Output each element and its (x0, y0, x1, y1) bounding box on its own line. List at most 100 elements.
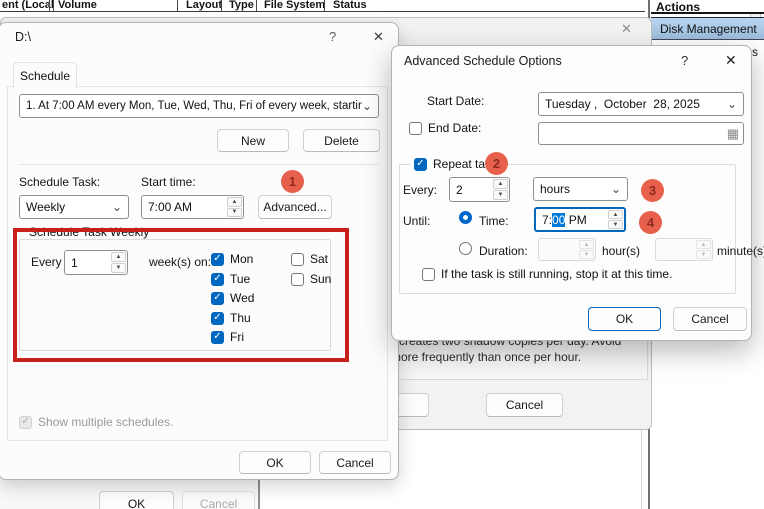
check-icon: ✓ (21, 417, 29, 427)
checkbox-box: ✓ (19, 416, 32, 429)
until-time-field[interactable]: 7:00 PM ▲ ▼ (534, 207, 626, 232)
schedule-task-select[interactable]: Weekly ⌄ (19, 195, 129, 219)
close-icon[interactable]: ✕ (621, 22, 632, 36)
spin-down-icon[interactable]: ▼ (493, 190, 508, 200)
separator (19, 164, 379, 165)
stop-task-label: If the task is still running, stop it at… (441, 267, 672, 281)
cancel-button-label: Cancel (506, 398, 543, 412)
spin-up-icon[interactable]: ▲ (608, 210, 623, 219)
annotation-step-2: 2 (485, 152, 508, 175)
time-suffix: PM (565, 213, 586, 227)
advanced-schedule-dialog: Advanced Schedule Options ? ✕ Start Date… (391, 45, 752, 341)
tab-schedule[interactable]: Schedule (13, 62, 77, 88)
column-header-volume[interactable]: Volume (58, 0, 97, 11)
dialog-title: Advanced Schedule Options (404, 54, 562, 68)
spin-up-icon: ▲ (696, 240, 711, 249)
column-header-type[interactable]: Type (229, 0, 254, 11)
column-header-file-system[interactable]: File System (264, 0, 325, 11)
tree-item-fragment: ent (Local (2, 0, 54, 11)
start-time-stepper[interactable]: ▲ ▼ (226, 196, 243, 218)
chevron-down-icon: ⌄ (611, 184, 621, 194)
annotation-step-4: 4 (639, 211, 662, 234)
advanced-button[interactable]: Advanced... (258, 195, 332, 219)
show-multiple-schedules-checkbox: ✓ Show multiple schedules. (19, 415, 173, 429)
repeat-unit-select[interactable]: hours ⌄ (533, 177, 628, 201)
column-header-layout[interactable]: Layout (186, 0, 222, 11)
checkbox-box[interactable]: ✓ (414, 158, 427, 171)
schedule-task-value: Weekly (26, 200, 112, 214)
schedule-dialog: D:\ ? ✕ Schedule 1. At 7:00 AM every Mon… (0, 22, 399, 480)
until-time-stepper[interactable]: ▲ ▼ (607, 209, 624, 230)
schedule-select[interactable]: 1. At 7:00 AM every Mon, Tue, Wed, Thu, … (19, 94, 379, 118)
repeat-every-value: 2 (456, 183, 463, 197)
delete-button[interactable]: Delete (303, 129, 380, 152)
until-duration-radio[interactable] (459, 242, 472, 255)
advanced-button-label: Advanced... (263, 200, 326, 214)
spin-up-icon[interactable]: ▲ (227, 197, 242, 207)
start-date-label: Start Date: (427, 94, 484, 108)
schedule-select-value: 1. At 7:00 AM every Mon, Tue, Wed, Thu, … (26, 100, 362, 112)
actions-text-fragment: s (752, 45, 758, 59)
cancel-button-label: Cancel (336, 456, 373, 470)
end-date-label: End Date: (428, 121, 481, 135)
time-label: Time: (479, 214, 509, 228)
stop-task-checkbox[interactable]: ✓ If the task is still running, stop it … (422, 267, 672, 281)
duration-minutes-field: ▲ ▼ (655, 238, 713, 261)
cancel-button-label: Cancel (691, 312, 728, 326)
check-icon: ✓ (416, 159, 424, 169)
help-icon[interactable]: ? (681, 54, 688, 68)
spin-down-icon: ▼ (579, 250, 594, 259)
header-underline (0, 11, 645, 12)
start-time-field[interactable]: 7:00 AM ▲ ▼ (141, 195, 244, 219)
calendar-icon[interactable]: ▦ (727, 129, 743, 139)
help-icon[interactable]: ? (329, 30, 336, 44)
chevron-down-icon: ⌄ (727, 99, 737, 109)
checkbox-box[interactable]: ✓ (409, 122, 422, 135)
time-selected-segment: 00 (552, 213, 565, 227)
duration-hours-field: ▲ ▼ (538, 238, 596, 261)
start-time-label: Start time: (141, 175, 196, 189)
cancel-button-label: Cancel (200, 497, 237, 509)
repeat-every-field[interactable]: 2 ▲ ▼ (449, 177, 510, 202)
duration-hours-stepper: ▲ ▼ (578, 239, 595, 260)
cancel-button[interactable]: Cancel (319, 451, 391, 474)
ok-button-label: OK (616, 312, 633, 326)
repeat-every-stepper[interactable]: ▲ ▼ (492, 178, 509, 201)
duration-label: Duration: (479, 244, 528, 258)
spin-down-icon[interactable]: ▼ (227, 208, 242, 218)
cancel-button[interactable]: Cancel (673, 307, 747, 331)
start-date-value: Tuesday , October 28, 2025 (545, 97, 727, 111)
annotation-highlight-box (13, 228, 349, 362)
cancel-button[interactable]: Cancel (486, 393, 563, 417)
time-prefix: 7: (542, 213, 552, 227)
spin-down-icon[interactable]: ▼ (608, 220, 623, 229)
list-edge-line (641, 430, 642, 509)
end-date-field[interactable]: ▦ (538, 122, 744, 145)
start-date-select[interactable]: Tuesday , October 28, 2025 ⌄ (538, 92, 744, 116)
close-icon[interactable]: ✕ (373, 30, 384, 44)
delete-button-label: Delete (324, 134, 359, 148)
spin-down-icon: ▼ (696, 250, 711, 259)
hours-suffix-label: hour(s) (602, 244, 640, 258)
schedule-task-label: Schedule Task: (19, 175, 100, 189)
close-icon[interactable]: ✕ (725, 53, 737, 67)
repeat-unit-value: hours (540, 182, 611, 196)
tab-schedule-label: Schedule (20, 69, 70, 83)
duration-minutes-stepper: ▲ ▼ (695, 239, 712, 260)
column-header-status[interactable]: Status (333, 0, 367, 11)
checkbox-box[interactable]: ✓ (422, 268, 435, 281)
ok-button[interactable]: OK (588, 307, 661, 331)
annotation-step-3: 3 (641, 179, 664, 202)
ok-button[interactable]: OK (239, 451, 311, 474)
actions-item-disk-management[interactable]: Disk Management (651, 17, 764, 40)
end-date-checkbox[interactable]: ✓ End Date: (409, 121, 481, 135)
shadow-note-line2: more frequently than once per hour. (391, 350, 581, 364)
until-time-radio[interactable] (459, 211, 472, 224)
ok-button[interactable]: OK (99, 491, 174, 509)
until-label: Until: (403, 214, 430, 228)
ok-button-label: OK (266, 456, 283, 470)
chevron-down-icon: ⌄ (362, 101, 372, 111)
dialog-title: D:\ (15, 30, 31, 44)
new-button[interactable]: New (217, 129, 289, 152)
spin-up-icon[interactable]: ▲ (493, 179, 508, 189)
